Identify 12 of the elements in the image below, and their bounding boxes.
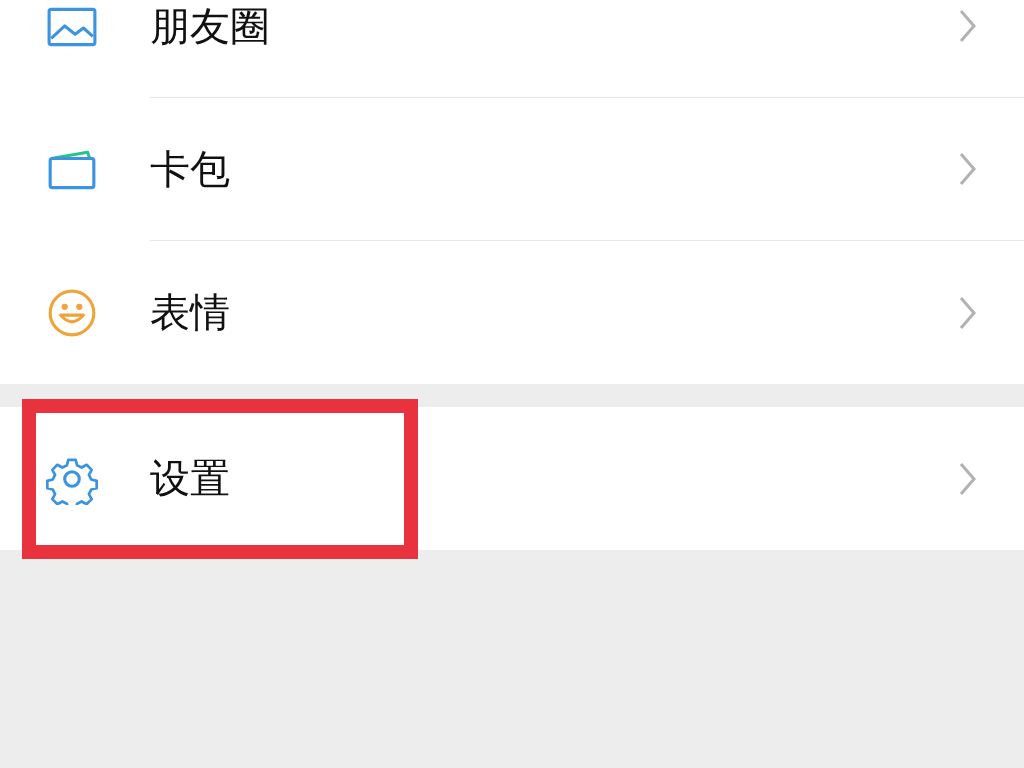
menu-label: 卡包 (150, 144, 230, 194)
chevron-icon (958, 460, 978, 497)
chevron-icon (958, 294, 978, 331)
chevron-icon (958, 8, 978, 44)
menu-item[interactable]: 设置 (0, 407, 1024, 550)
chevron-icon (958, 151, 978, 187)
menu-item[interactable]: 朋友圈 (0, 0, 1024, 98)
menu-label: 表情 (150, 288, 230, 337)
menu-item[interactable]: 卡包 (0, 98, 1024, 241)
menu-label: 设置 (150, 454, 230, 503)
menu-item[interactable]: 表情 (0, 241, 1024, 384)
menu-label: 朋友圈 (150, 1, 270, 51)
